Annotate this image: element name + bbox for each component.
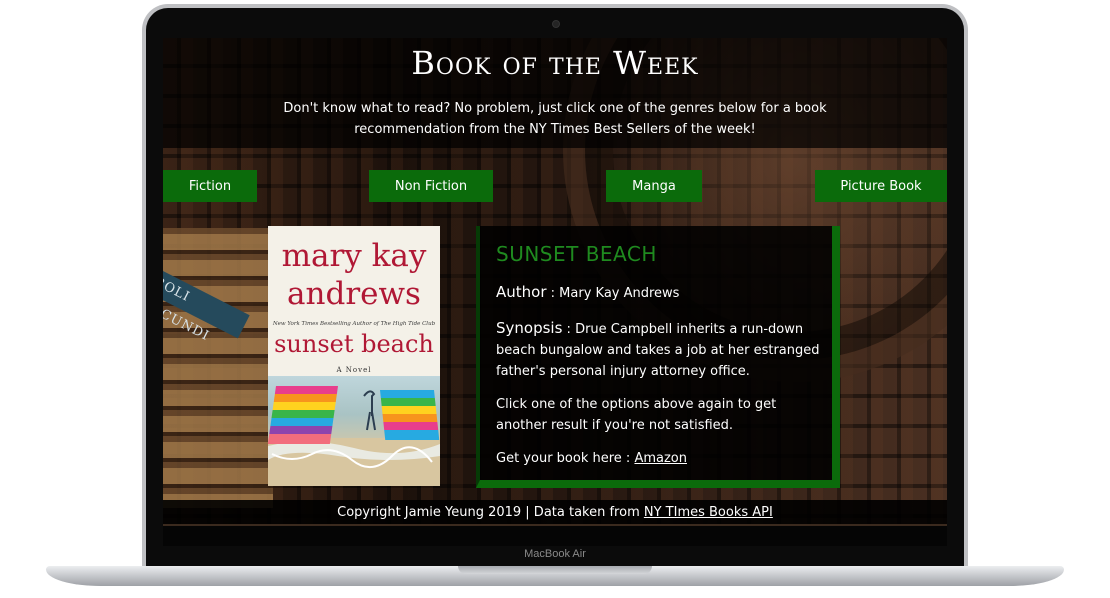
author-row: Author : Mary Kay Andrews xyxy=(496,283,680,301)
device-model-label: MacBook Air xyxy=(524,548,586,560)
beach-chairs-illustration xyxy=(268,386,440,486)
author-value: Mary Kay Andrews xyxy=(559,286,680,301)
cover-title: sunset beach xyxy=(274,330,434,358)
genre-button-manga[interactable]: Manga xyxy=(606,170,702,202)
book-info-card: SUNSET BEACH Author : Mary Kay Andrews S… xyxy=(476,226,840,488)
browser-viewport: ROLI SECUNDI Book of the Week Don't know… xyxy=(163,38,947,546)
cover-tagline: New York Times Bestselling Author of The… xyxy=(272,321,436,327)
nyt-api-link[interactable]: NY TImes Books API xyxy=(644,505,773,520)
page-footer: Copyright Jamie Yeung 2019 | Data taken … xyxy=(163,500,947,526)
cover-subtitle: A Novel xyxy=(336,366,372,374)
synopsis-label: Synopsis xyxy=(496,319,563,337)
cover-beach-scene xyxy=(268,376,440,486)
laptop-notch xyxy=(458,566,652,574)
page-title: Book of the Week xyxy=(411,44,699,82)
amazon-link[interactable]: Amazon xyxy=(634,451,687,466)
author-label: Author xyxy=(496,283,547,301)
page-header: Book of the Week Don't know what to read… xyxy=(163,38,947,148)
buy-row: Get your book here : Amazon xyxy=(496,448,826,469)
intro-text: Don't know what to read? No problem, jus… xyxy=(283,101,827,137)
genre-button-fiction[interactable]: Fiction xyxy=(163,170,257,202)
bookshelf-left xyxy=(163,228,273,508)
camera-icon xyxy=(552,20,560,28)
screen-bottom-strip xyxy=(163,526,947,546)
buy-label: Get your book here : xyxy=(496,451,631,466)
genre-button-non-fiction[interactable]: Non Fiction xyxy=(369,170,493,202)
synopsis-row: Synopsis : Drue Campbell inherits a run-… xyxy=(496,319,820,379)
cover-author-line2: andrews xyxy=(287,276,421,312)
retry-hint: Click one of the options above again to … xyxy=(496,397,777,433)
book-title: SUNSET BEACH xyxy=(496,242,657,266)
genre-button-picture-book[interactable]: Picture Book xyxy=(815,170,947,202)
copyright-text: Copyright Jamie Yeung 2019 | Data taken … xyxy=(337,505,640,520)
cover-author-line1: mary kay xyxy=(281,238,427,274)
book-cover-image: mary kay andrews New York Times Bestsell… xyxy=(268,226,440,486)
